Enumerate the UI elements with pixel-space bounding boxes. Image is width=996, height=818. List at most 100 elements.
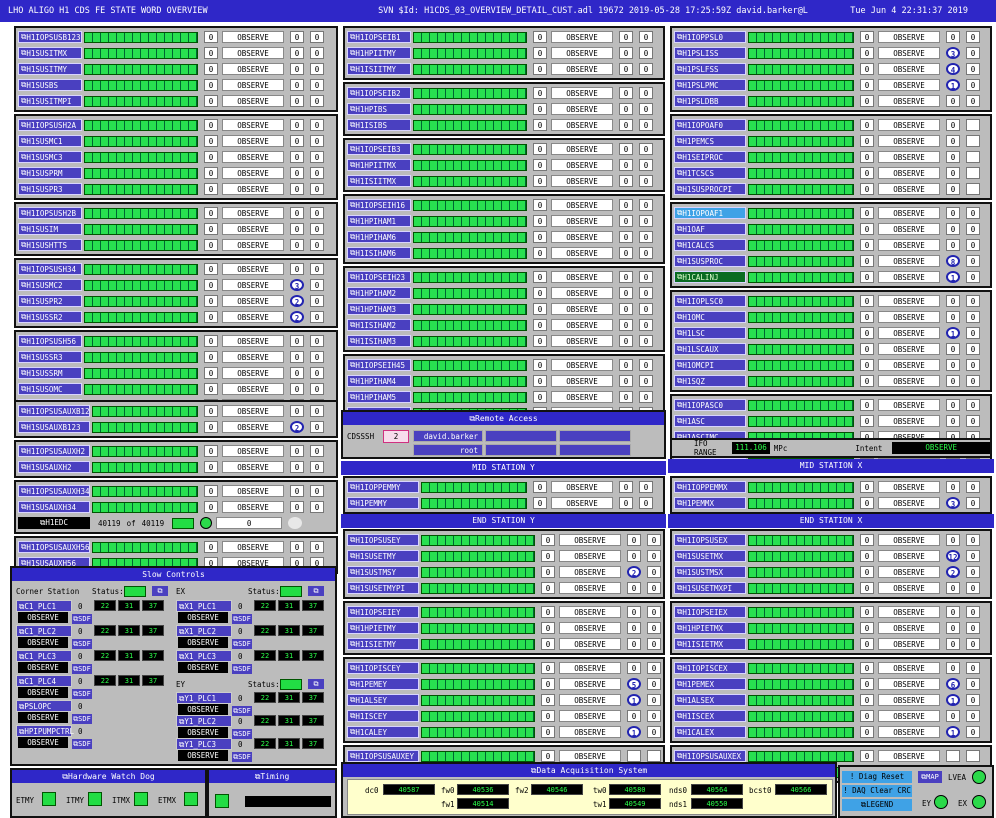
model-button[interactable]: ⧉ H1IOPOAF0 [674, 119, 746, 131]
model-button[interactable]: ⧉ H1PEMMY [347, 497, 419, 509]
model-button[interactable]: ⧉ H1PEMEY [347, 678, 419, 690]
model-button[interactable]: ⧉ H1HPIITMX [347, 159, 411, 171]
model-button[interactable]: ⧉ H1SUSETMYPI [347, 582, 419, 594]
model-button[interactable]: ⧉ H1OMCPI [674, 359, 746, 371]
model-button[interactable]: ⧉ H1HPIETMX [674, 622, 746, 634]
diff-count[interactable]: 0 [946, 119, 960, 131]
diag-reset-button[interactable]: ! Diag Reset [842, 771, 912, 783]
plc-sdf-button[interactable]: ⧉SDF [72, 614, 92, 624]
model-button[interactable]: ⧉ H1SUSMC1 [18, 135, 82, 147]
ex-status-button[interactable]: ⧉ [308, 586, 324, 596]
plc-button[interactable]: ⧉Y1_PLC3 [176, 738, 232, 750]
model-button[interactable]: ⧉ H1PSLFSS [674, 63, 746, 75]
diff-count[interactable]: 0 [290, 501, 304, 513]
diff-count[interactable]: 0 [290, 239, 304, 251]
plc-sdf-button[interactable]: ⧉SDF [72, 664, 92, 674]
diff-count[interactable]: 0 [290, 207, 304, 219]
diff-count[interactable]: 0 [946, 31, 960, 43]
model-button[interactable]: ⧉ H1HPIBS [347, 103, 411, 115]
model-button[interactable]: ⧉ H1SEIPROC [674, 151, 746, 163]
diff-count[interactable]: 5 [627, 678, 641, 690]
model-button[interactable]: ⧉ H1IOPSEIB1 [347, 31, 411, 43]
model-button[interactable]: ⧉ H1SUSITMX [18, 47, 82, 59]
model-button[interactable]: ⧉ H1SUSTMSX [674, 566, 746, 578]
model-button[interactable]: ⧉ H1IOPSEIH45 [347, 359, 411, 371]
model-button[interactable]: ⧉ H1ISIITMX [347, 175, 411, 187]
model-button[interactable]: ⧉ H1HPIHAM4 [347, 375, 411, 387]
diff-count[interactable]: 1 [946, 694, 960, 706]
model-button[interactable]: ⧉ H1SQZ [674, 375, 746, 387]
diff-count[interactable]: 1 [946, 726, 960, 738]
diff-count[interactable]: 0 [619, 359, 633, 371]
diff-count[interactable]: 0 [290, 383, 304, 395]
diff-count[interactable]: 0 [290, 167, 304, 179]
diff-count[interactable]: 0 [946, 343, 960, 355]
model-button[interactable]: ⧉ H1CALINJ [674, 271, 746, 283]
diff-count[interactable]: 0 [290, 485, 304, 497]
model-button[interactable]: ⧉ H1SUSAUXB123 [18, 421, 90, 433]
model-button[interactable]: ⧉ H1IOPSUSH34 [18, 263, 82, 275]
model-button[interactable]: ⧉ H1PEMCS [674, 135, 746, 147]
diff-count[interactable]: 0 [290, 335, 304, 347]
model-button[interactable]: ⧉ H1PSLPMC [674, 79, 746, 91]
model-button[interactable]: ⧉ H1CALEY [347, 726, 419, 738]
model-button[interactable]: ⧉ H1SUSITMPI [18, 95, 82, 107]
plc-sdf-button[interactable]: ⧉SDF [232, 706, 252, 716]
plc-sdf-button[interactable]: ⧉SDF [232, 614, 252, 624]
diff-count[interactable]: 0 [290, 135, 304, 147]
model-button[interactable]: ⧉ H1IOPSUSH2B [18, 207, 82, 219]
diff-count[interactable]: 0 [946, 295, 960, 307]
diff-count[interactable]: 0 [619, 497, 633, 509]
diff-count[interactable]: 0 [946, 207, 960, 219]
diff-count[interactable]: 0 [946, 638, 960, 650]
diff-count[interactable]: 0 [946, 375, 960, 387]
diff-count[interactable]: 0 [619, 231, 633, 243]
model-button[interactable]: ⧉ H1ISIETMX [674, 638, 746, 650]
plc-button[interactable]: ⧉C1_PLC1 [16, 600, 72, 612]
model-button[interactable]: ⧉ H1SUSPRM [18, 167, 82, 179]
model-button[interactable]: ⧉ H1IOPSEIEX [674, 606, 746, 618]
diff-count[interactable]: 0 [627, 582, 641, 594]
diff-count[interactable]: 0 [946, 399, 960, 411]
model-button[interactable]: ⧉ H1SUSBS [18, 79, 82, 91]
diff-count[interactable]: 0 [290, 63, 304, 75]
model-button[interactable]: ⧉ H1OMC [674, 311, 746, 323]
model-button[interactable]: ⧉ H1IOPSUSAUXH56 [18, 541, 90, 553]
model-button[interactable]: ⧉ H1SUSTMSY [347, 566, 419, 578]
diff-count[interactable]: 1 [946, 271, 960, 283]
model-button[interactable]: ⧉ H1HPIHAM2 [347, 287, 411, 299]
diff-count[interactable]: 0 [627, 710, 641, 722]
diff-count[interactable]: 0 [619, 287, 633, 299]
edc-button[interactable]: ⧉H1EDC [18, 517, 90, 529]
diff-count[interactable]: 0 [627, 606, 641, 618]
map-button[interactable]: ⧉MAP [918, 771, 942, 783]
model-button[interactable]: ⧉ H1IOPOAF1 [674, 207, 746, 219]
diff-count[interactable]: 1 [627, 726, 641, 738]
model-button[interactable]: ⧉ H1IOPSEIB2 [347, 87, 411, 99]
diff-count[interactable]: 2 [627, 566, 641, 578]
model-button[interactable]: ⧉ H1SUSSR2 [18, 311, 82, 323]
diff-count[interactable]: 0 [290, 541, 304, 553]
plc-button[interactable]: ⧉PSLOPC [16, 700, 72, 712]
diff-count[interactable]: 0 [619, 303, 633, 315]
model-button[interactable]: ⧉ H1SUSSR3 [18, 351, 82, 363]
model-button[interactable]: ⧉ H1SUSMC3 [18, 151, 82, 163]
model-button[interactable]: ⧉ H1TCSCS [674, 167, 746, 179]
model-button[interactable]: ⧉ H1IOPSUSAUXEX [674, 750, 746, 762]
diff-count[interactable]: 2 [290, 311, 304, 323]
model-button[interactable]: ⧉ H1ISIHAM6 [347, 247, 411, 259]
model-button[interactable]: ⧉ H1ISCEX [674, 710, 746, 722]
diff-count[interactable]: 0 [290, 351, 304, 363]
model-button[interactable]: ⧉ H1SUSAUXH2 [18, 461, 90, 473]
diff-count[interactable]: 4 [946, 63, 960, 75]
diff-count[interactable]: 0 [619, 87, 633, 99]
diff-count[interactable]: 3 [946, 47, 960, 59]
plc-sdf-button[interactable]: ⧉SDF [232, 639, 252, 649]
plc-button[interactable]: ⧉C1_PLC3 [16, 650, 72, 662]
model-button[interactable]: ⧉ H1IOPSUSAUXB12 [18, 405, 90, 417]
diff-count[interactable]: 0 [290, 263, 304, 275]
diff-count[interactable]: 0 [619, 159, 633, 171]
model-button[interactable]: ⧉ H1HPIHAM1 [347, 215, 411, 227]
diff-count[interactable]: 0 [627, 550, 641, 562]
diff-count[interactable]: 0 [619, 335, 633, 347]
